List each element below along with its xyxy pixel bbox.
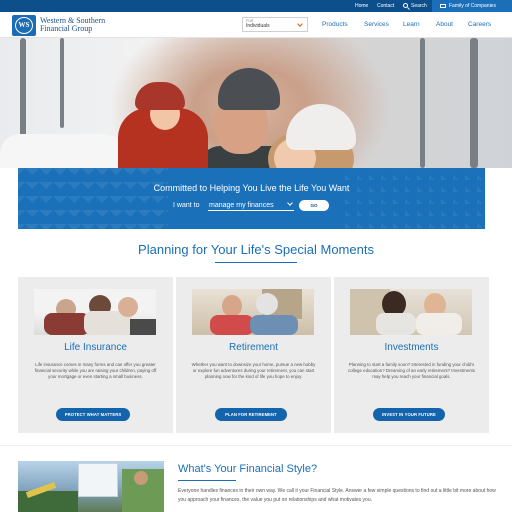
search-link[interactable]: Search (411, 2, 427, 10)
goal-select-value: manage my finances (209, 202, 274, 209)
promo-panel: Committed to Helping You Live the Life Y… (18, 168, 485, 229)
contact-link[interactable]: Contact (377, 2, 394, 10)
hero-mom-hat (286, 104, 356, 150)
family-of-companies-label: Family of Companies (449, 3, 496, 9)
hero-tree (60, 38, 64, 128)
protect-what-matters-button[interactable]: PROTECT WHAT MATTERS (56, 408, 130, 421)
nav-about[interactable]: About (436, 20, 453, 29)
goal-select[interactable]: manage my finances (208, 200, 294, 211)
card-body: Planning to start a family soon? Interes… (348, 362, 475, 379)
card-life-insurance: Life Insurance Life insurance comes in m… (18, 277, 173, 433)
menu-icon (440, 4, 446, 8)
financial-style-body: Everyone handles finances in their own w… (178, 488, 496, 503)
card-body: Life insurance comes in many forms and c… (34, 362, 157, 379)
nav-careers[interactable]: Careers (468, 20, 491, 29)
chevron-down-icon (297, 21, 303, 27)
photo-figure (130, 319, 156, 335)
hero-dad-hat (218, 68, 280, 110)
go-button[interactable]: GO (299, 200, 329, 211)
utility-bar: Home Contact Search Family of Companies (0, 0, 512, 12)
nav-products[interactable]: Products (322, 20, 348, 29)
photo-figure (376, 313, 416, 335)
brand-name[interactable]: Western & Southern Financial Group (40, 17, 105, 33)
photo-figure (256, 293, 278, 315)
financial-style-image (18, 461, 164, 512)
card-investments: Investments Planning to start a family s… (334, 277, 489, 433)
photo-figure (250, 315, 298, 335)
hero-child-hat (135, 82, 185, 110)
i-want-label: I want to (173, 202, 200, 209)
section-divider (215, 262, 297, 263)
photo-figure (222, 295, 242, 317)
card-title: Retirement (229, 342, 278, 353)
card-retirement: Retirement Whether you want to downsize … (176, 277, 331, 433)
audience-select[interactable]: FOR Individuals (242, 17, 308, 32)
promo-title: Committed to Helping You Live the Life Y… (153, 183, 350, 193)
main-header: WS Western & Southern Financial Group FO… (0, 12, 512, 38)
home-link[interactable]: Home (355, 2, 368, 10)
photo-figure (210, 315, 254, 335)
plan-for-retirement-button[interactable]: PLAN FOR RETIREMENT (215, 408, 287, 421)
hero-tree (420, 38, 425, 168)
hero-image (0, 38, 512, 168)
card-title: Investments (384, 342, 439, 353)
invest-in-your-future-button[interactable]: INVEST IN YOUR FUTURE (373, 408, 445, 421)
section-title: Planning for Your Life's Special Moments (138, 242, 374, 257)
brand-line-2: Financial Group (40, 24, 93, 33)
hero-tree (20, 38, 26, 138)
financial-style-title: What's Your Financial Style? (178, 463, 318, 475)
card-image-life-insurance (34, 289, 156, 335)
hero-tree (470, 38, 478, 168)
photo-figure (118, 297, 138, 317)
search-icon[interactable] (403, 3, 408, 8)
card-image-retirement (192, 289, 314, 335)
chevron-down-icon (287, 200, 293, 206)
photo-screen (78, 463, 118, 497)
nav-learn[interactable]: Learn (403, 20, 420, 29)
family-of-companies-button[interactable]: Family of Companies (432, 0, 512, 12)
photo-figure (134, 471, 148, 485)
audience-select-value: Individuals (246, 23, 270, 29)
card-title: Life Insurance (64, 342, 127, 353)
logo-monogram: WS (18, 21, 30, 29)
photo-figure (416, 313, 462, 335)
card-image-investments (350, 289, 472, 335)
company-logo[interactable]: WS (12, 15, 36, 36)
nav-services[interactable]: Services (364, 20, 389, 29)
financial-style-divider (178, 480, 236, 481)
card-body: Whether you want to downsize your home, … (191, 362, 316, 379)
